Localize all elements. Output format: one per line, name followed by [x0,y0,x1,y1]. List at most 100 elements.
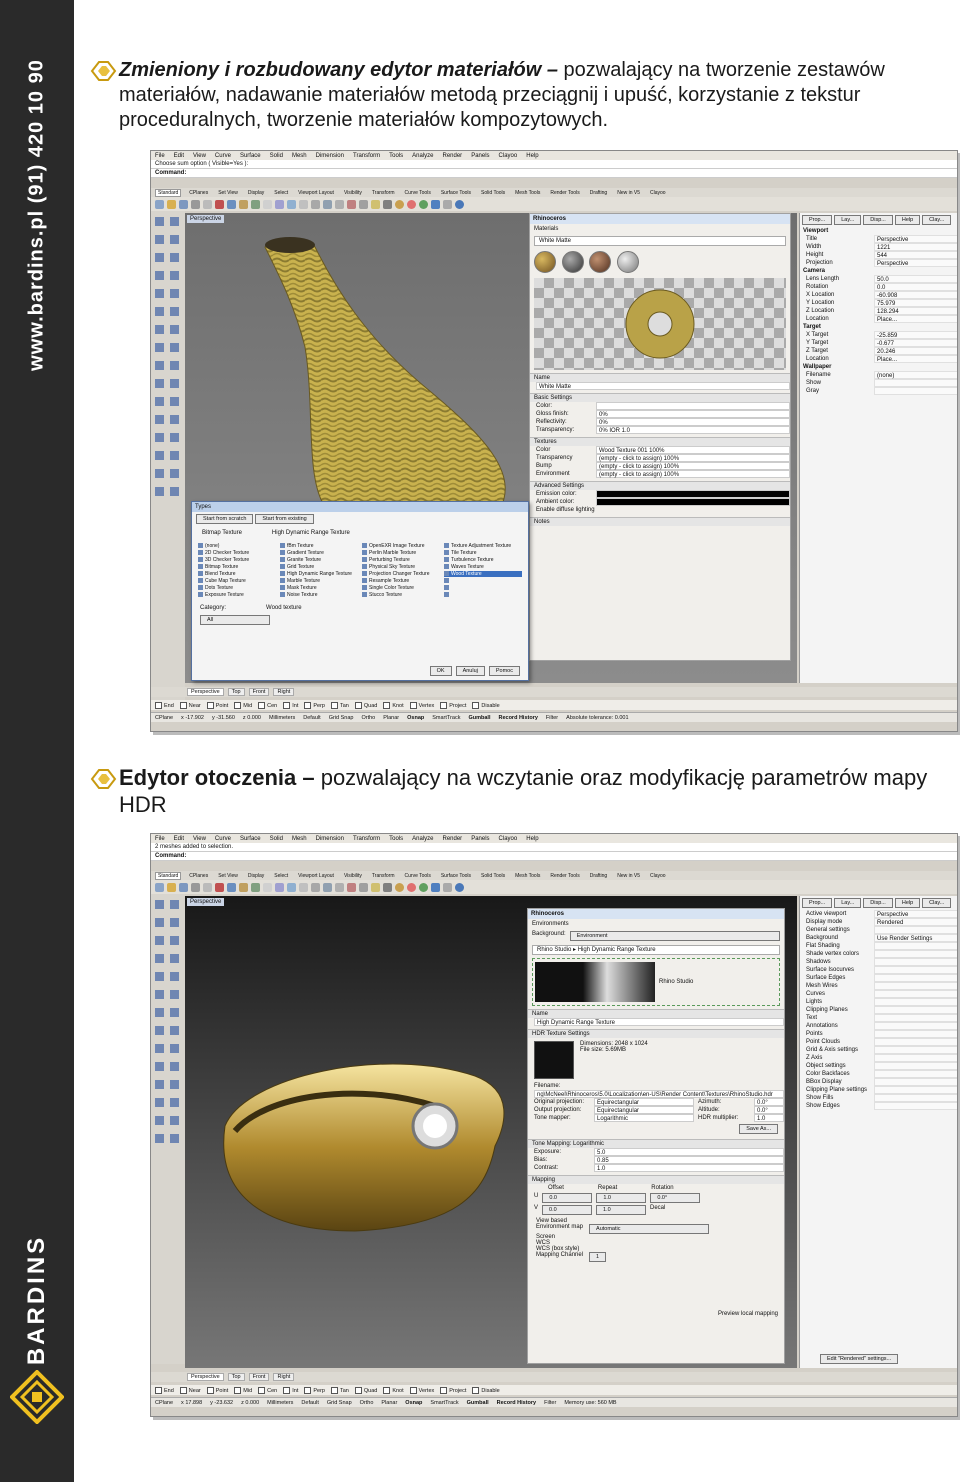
tab-transform[interactable]: Transform [370,190,397,196]
osnap-cen[interactable]: Cen [258,702,277,709]
material-swatch[interactable] [561,251,584,273]
prop-value[interactable] [874,1046,957,1054]
menu-curve[interactable]: Curve [215,836,231,842]
prop-checkbox[interactable] [874,1038,957,1046]
tab-cplanes[interactable]: CPlanes [187,873,210,879]
tab-help[interactable]: Help [894,898,921,908]
osnap-mid[interactable]: Mid [234,1387,252,1394]
menu-help[interactable]: Help [526,836,538,842]
osnap-tan[interactable]: Tan [331,702,349,709]
new-icon[interactable] [155,199,164,209]
environment-name-field[interactable]: High Dynamic Range Texture [534,1018,784,1026]
properties-icon[interactable] [203,882,212,892]
prop-value[interactable]: 75.979 [874,299,957,307]
tab-front[interactable]: Front [248,688,270,696]
list-item[interactable]: High Dynamic Range Texture [280,571,358,577]
help-icon[interactable] [455,882,464,892]
menu-panels[interactable]: Panels [471,153,489,159]
layer-label[interactable]: Default [303,715,320,721]
menu-view[interactable]: View [193,153,206,159]
grid-snap-toggle[interactable]: Grid Snap [327,1400,352,1406]
osnap-end[interactable]: End [155,1387,174,1394]
tab-display[interactable]: Disp... [863,215,893,225]
material-swatch[interactable] [617,251,640,273]
four-views-icon[interactable] [323,199,332,209]
altitude-field[interactable]: 0.0° [754,1106,784,1114]
four-views-icon[interactable] [323,882,332,892]
transparency-slider[interactable]: 0% IOR 1.0 [596,426,790,434]
prop-value[interactable]: -60.908 [874,291,957,299]
menu-file[interactable]: File [155,836,165,842]
menu-view[interactable]: View [193,836,206,842]
list-item[interactable]: 2D Checker Texture [198,550,276,556]
tab-transform[interactable]: Transform [370,873,397,879]
tab-properties[interactable]: Prop... [802,898,833,908]
list-item[interactable]: Perlin Marble Texture [362,550,440,556]
tab-curve-tools[interactable]: Curve Tools [403,873,433,879]
prop-checkbox[interactable] [874,1030,957,1038]
prop-checkbox[interactable] [874,1102,957,1110]
preview-local-checkbox[interactable]: Preview local mapping [718,1311,778,1317]
tone-mapper-dropdown[interactable]: Logarithmic [594,1114,694,1122]
menu-render[interactable]: Render [443,153,463,159]
tab-set-view[interactable]: Set View [216,190,240,196]
list-item[interactable]: fBm Texture [280,543,358,549]
viewport-label[interactable]: Perspective [187,898,225,906]
prop-checkbox[interactable] [874,942,957,950]
advanced-section[interactable]: Advanced Settings [530,481,790,490]
bitmap-texture-option[interactable]: Bitmap Texture [202,530,242,536]
contrast-field[interactable]: 1.0 [594,1164,784,1172]
osnap-perp[interactable]: Perp [304,1387,325,1394]
cplane-icon[interactable] [359,882,368,892]
layer-icon[interactable] [431,199,440,209]
command-prompt[interactable]: Command: [151,169,957,178]
wireframe-icon[interactable] [383,882,392,892]
environment-icon[interactable] [419,882,428,892]
prop-value[interactable]: (none) [874,371,957,379]
category-dropdown[interactable]: All [200,615,270,625]
prop-checkbox[interactable] [874,990,957,998]
tab-top[interactable]: Top [227,688,245,696]
drawing-tools-icon[interactable] [151,894,185,1154]
mapping-channel-field[interactable]: 1 [589,1252,607,1262]
material-icon[interactable] [407,199,416,209]
help-icon[interactable] [455,199,464,209]
tab-standard[interactable]: Standard [155,188,182,197]
hdr-multiplier-field[interactable]: 1.0 [754,1114,784,1122]
tab-start-from-existing[interactable]: Start from existing [255,514,314,524]
menu-clayoo[interactable]: Clayoo [499,153,518,159]
environment-breadcrumb[interactable]: Rhino Studio ▸ High Dynamic Range Textur… [532,945,780,955]
rotate-view-icon[interactable] [275,199,284,209]
tab-clayoo[interactable]: Clayoo [648,190,668,196]
radio-mapping-channel[interactable]: Mapping Channel [536,1252,583,1262]
list-item[interactable]: Bitmap Texture [198,564,276,570]
prop-value[interactable]: 544 [874,251,957,259]
menu-analyze[interactable]: Analyze [412,836,433,842]
list-item[interactable]: Projection Changer Texture [362,571,440,577]
output-projection-dropdown[interactable]: Equirectangular [594,1106,694,1114]
tab-display[interactable]: Display [246,190,266,196]
hdr-section[interactable]: HDR Texture Settings [528,1029,784,1038]
cut-icon[interactable] [215,199,224,209]
menu-render[interactable]: Render [443,836,463,842]
prop-value[interactable]: -25.859 [874,331,957,339]
osnap-end[interactable]: End [155,702,174,709]
list-item[interactable]: Granite Texture [280,557,358,563]
env-map-dropdown[interactable]: Automatic [589,1224,710,1234]
menu-help[interactable]: Help [526,153,538,159]
filter-toggle[interactable]: Filter [546,715,558,721]
osnap-disable[interactable]: Disable [472,1387,499,1394]
list-item[interactable]: Tile Texture [444,550,522,556]
tab-solid-tools[interactable]: Solid Tools [479,190,507,196]
grid-snap-toggle[interactable]: Grid Snap [329,715,354,721]
prop-value[interactable]: Perspective [874,235,957,243]
list-item[interactable]: Waves Texture [444,564,522,570]
osnap-disable[interactable]: Disable [472,702,499,709]
texture-slot[interactable]: Wood Texture 001 100% [596,446,790,454]
list-item[interactable]: 3D Checker Texture [198,557,276,563]
prop-checkbox[interactable] [874,1070,957,1078]
list-item[interactable]: Blend Texture [198,571,276,577]
tab-visibility[interactable]: Visibility [342,190,364,196]
zoom-window-icon[interactable] [299,882,308,892]
record-history-toggle[interactable]: Record History [498,715,537,721]
